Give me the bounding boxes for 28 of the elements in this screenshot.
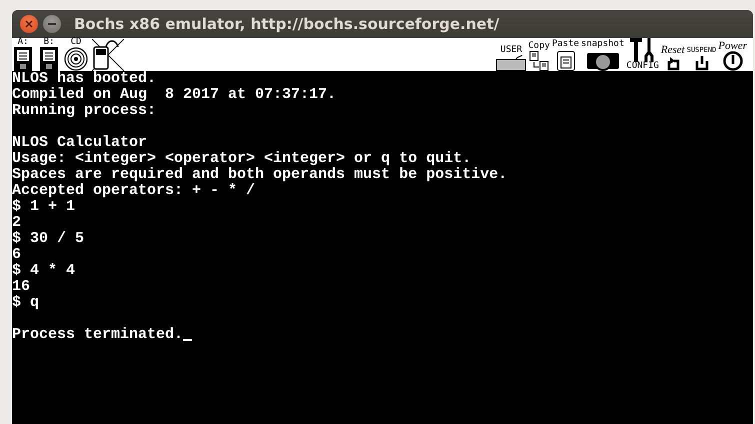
terminal-line: Running process:	[12, 103, 156, 119]
config-button[interactable]: CONFIG	[626, 38, 659, 71]
terminal-line: $ 4 * 4	[12, 263, 76, 279]
window-title: Bochs x86 emulator, http://bochs.sourceforge.net/	[74, 15, 500, 33]
mouse-icon[interactable]	[92, 39, 124, 71]
copy-button[interactable]: Copy	[528, 38, 550, 71]
close-button[interactable]	[20, 15, 38, 33]
terminal-line: Process terminated.	[12, 327, 184, 343]
terminal-line: 16	[12, 279, 30, 295]
terminal-line: Usage: <integer> <operator> <integer> or q to quit.	[12, 151, 472, 167]
terminal-line: 2	[12, 215, 22, 231]
terminal-line: $ 1 + 1	[12, 199, 76, 215]
minimize-button[interactable]	[43, 15, 61, 33]
terminal-line: Spaces are required and both operands must be positive.	[12, 167, 508, 183]
paste-button[interactable]: Paste	[552, 38, 580, 71]
close-icon	[25, 20, 33, 28]
snapshot-button[interactable]: snapshot	[581, 38, 624, 71]
terminal-line: NLOS has booted.	[12, 71, 156, 87]
terminal-line: 6	[12, 247, 22, 263]
terminal-line: Compiled on Aug 8 2017 at 07:37:17.	[12, 87, 336, 103]
power-button[interactable]: Power	[718, 38, 747, 71]
terminal-line: NLOS Calculator	[12, 135, 148, 151]
minimize-icon	[48, 23, 56, 25]
keyboard-button[interactable]: USER	[496, 38, 526, 71]
terminal-line: $ 30 / 5	[12, 231, 84, 247]
reset-button[interactable]: Reset	[660, 38, 685, 71]
terminal-line: $ q	[12, 295, 40, 311]
terminal-line: Accepted operators: + - * /	[12, 183, 256, 199]
